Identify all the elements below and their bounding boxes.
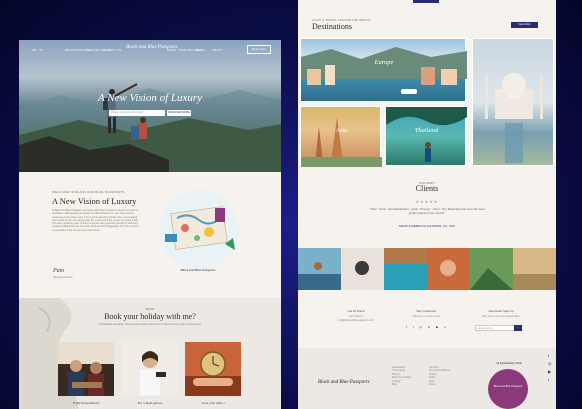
footer-line-social: Follow us on social media bbox=[412, 315, 440, 318]
twitter-icon[interactable]: t bbox=[548, 377, 552, 382]
footer-social-icons: f t ◎ in ▶ p bbox=[406, 325, 446, 329]
footer-links-b: Our Blog Terms & Conditions Privacy FAQs… bbox=[429, 366, 469, 386]
instagram-icon[interactable]: ◎ bbox=[419, 325, 422, 329]
save-time-photo bbox=[185, 342, 241, 396]
welcome-kicker: WELCOME TO BLACK AND BLUE PASSPORTS bbox=[52, 190, 125, 194]
homepage-mockup-left: FR · IT DESTINATIONS TRAVEL IDEAS WHY US… bbox=[19, 40, 281, 409]
view-more-button[interactable]: View More bbox=[511, 22, 538, 28]
europe-landscape-image bbox=[301, 47, 467, 94]
book-section: BOOK Book your holiday with me? Personal… bbox=[19, 298, 281, 409]
footer-line-newsletter: Sign up for news and special offers bbox=[482, 315, 520, 318]
facebook-icon[interactable]: f bbox=[406, 325, 407, 329]
linkedin-icon[interactable]: in bbox=[428, 325, 430, 329]
card-caption-personalised: Fully Personalised bbox=[73, 401, 99, 405]
nav-item-destinations[interactable]: DESTINATIONS bbox=[65, 48, 89, 52]
footer-title-get-in-touch: Get In Touch bbox=[347, 309, 365, 313]
nav-item-about[interactable]: ABOUT bbox=[212, 48, 223, 52]
top-nav-button[interactable] bbox=[413, 0, 439, 3]
hero-landscape-image bbox=[19, 83, 281, 172]
book-heading: Book your holiday with me? bbox=[104, 312, 196, 321]
client-author: MARK & REBECCA JOHNSON, CA, USA bbox=[399, 224, 455, 228]
destination-search-input[interactable]: Where would you like to go? bbox=[109, 110, 165, 116]
partner-badge-text: Black and Blue Passports bbox=[493, 385, 523, 388]
nav-item-blog[interactable]: BLOG bbox=[196, 48, 205, 52]
real-person-photo bbox=[122, 342, 178, 396]
partnership-title: In Partnership With bbox=[496, 361, 522, 365]
hero-title: A New Vision of Luxury bbox=[97, 92, 203, 104]
card-caption-real-person: For a Real person bbox=[137, 401, 163, 405]
youtube-icon[interactable]: ▶ bbox=[436, 325, 438, 329]
footer-link[interactable]: About bbox=[429, 383, 469, 386]
newsletter-submit-button[interactable]: › bbox=[514, 325, 522, 331]
illustration-caption: Black and Blue Passports bbox=[180, 268, 216, 272]
footer-line-email[interactable]: info@blackandbluepassports.com bbox=[326, 319, 386, 322]
footer-title-stay-connected: Stay Connected bbox=[415, 309, 437, 313]
card-caption-save-time: Save your time ! bbox=[201, 401, 225, 405]
footer-links-a: Destinations Travel Ideas Why Us Book Yo… bbox=[392, 366, 432, 386]
newsletter-email-input[interactable]: Email Address bbox=[475, 325, 515, 331]
tile-label-asia: Asia bbox=[335, 127, 348, 134]
nav-item-why-us[interactable]: WHY US bbox=[108, 48, 121, 52]
facebook-icon[interactable]: f bbox=[548, 353, 552, 358]
destination-tile-india[interactable]: India bbox=[472, 38, 554, 166]
destination-tile-thailand[interactable]: Thailand bbox=[385, 106, 467, 166]
signature-role: Managing Director bbox=[53, 276, 73, 279]
tile-label-europe: Europe bbox=[374, 59, 394, 66]
destinations-heading: Destinations bbox=[312, 22, 352, 31]
tile-label-thailand: Thailand bbox=[414, 127, 439, 134]
destination-tile-europe[interactable]: Europe bbox=[300, 38, 467, 102]
book-body-text: Personalised itineraries, trusted partne… bbox=[98, 323, 202, 326]
client-photo-strip bbox=[298, 248, 556, 290]
tile-label-india: India bbox=[507, 94, 521, 101]
partner-badge[interactable]: Black and Blue Passports bbox=[488, 369, 528, 409]
personalised-photo bbox=[58, 342, 114, 396]
side-social-bar: f ◎ ▶ t bbox=[548, 353, 552, 382]
footer-title-newsletter: Newsletter Sign Up bbox=[488, 309, 514, 313]
book-now-button[interactable]: Book Now bbox=[247, 45, 271, 54]
rating-stars: ★★★★★ bbox=[415, 199, 439, 204]
book-kicker: BOOK bbox=[145, 307, 155, 311]
homepage-mockup-right: CLICK & TRAVEL AROUND THE WORLD Destinat… bbox=[298, 0, 556, 409]
welcome-heading: A New Vision of Luxury bbox=[52, 196, 137, 206]
signature: Pam bbox=[53, 268, 64, 274]
footer-line-call: Call: Hello Us bbox=[348, 315, 364, 318]
instagram-icon[interactable]: ◎ bbox=[548, 361, 552, 366]
twitter-icon[interactable]: t bbox=[413, 325, 414, 329]
language-switch[interactable]: FR · IT bbox=[32, 48, 43, 52]
youtube-icon[interactable]: ▶ bbox=[548, 369, 552, 374]
thailand-beach-image bbox=[386, 107, 467, 162]
footer-logo[interactable]: Black and Blue Passports bbox=[318, 380, 370, 385]
pinterest-icon[interactable]: p bbox=[444, 325, 446, 329]
footer-link[interactable]: Blog bbox=[392, 383, 432, 386]
travel-illustration-image bbox=[159, 190, 239, 270]
discover-more-button[interactable]: DISCOVER MORE bbox=[167, 110, 191, 116]
hero-section: FR · IT DESTINATIONS TRAVEL IDEAS WHY US… bbox=[19, 40, 281, 172]
asia-temple-image bbox=[301, 117, 382, 167]
destination-tile-asia[interactable]: Asia bbox=[300, 106, 382, 167]
client-quote: "Fast · clock · Accommodation · clock · … bbox=[369, 207, 485, 216]
welcome-section: WELCOME TO BLACK AND BLUE PASSPORTS A Ne… bbox=[19, 172, 281, 298]
clients-heading: Clients bbox=[415, 184, 439, 193]
taj-mahal-image bbox=[485, 73, 543, 163]
